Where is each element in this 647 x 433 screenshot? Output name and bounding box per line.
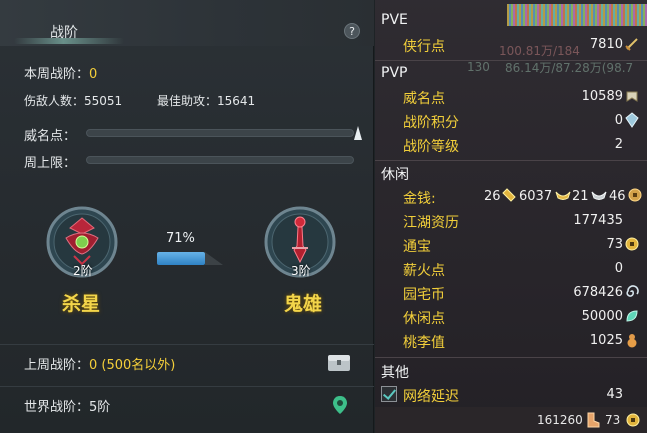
current-tier-level: 2阶	[73, 264, 93, 278]
panel-header: 战阶 ?	[0, 0, 374, 46]
leisure-item-tongbao: 通宝	[403, 239, 431, 255]
money-label: 金钱:	[403, 191, 436, 207]
progress-arrow	[157, 252, 205, 265]
leisure-value-jianghu: 177435	[573, 213, 623, 228]
silver-ingot-icon	[555, 191, 571, 200]
next-tier-name: 鬼雄	[284, 293, 323, 315]
title-decoration	[14, 38, 124, 44]
bg-level: 130	[467, 60, 490, 74]
week-limit-label: 周上限：	[24, 156, 77, 171]
swirl-icon	[626, 285, 639, 297]
leisure-value-yuanzhai: 678426	[573, 285, 623, 300]
progress-arrow-tip	[205, 252, 223, 265]
latency-value: 43	[606, 387, 623, 402]
last-week-value: 0 (500名以外)	[89, 358, 176, 373]
last-week-row: 上周战阶：0 (500名以外)	[0, 344, 374, 379]
bg-text-mp: 86.14万/87.28万(98.7	[505, 61, 634, 75]
pve-item-xiaxing: 侠行点	[403, 39, 445, 55]
leisure-value-xinhuo: 0	[614, 261, 623, 276]
pvp-value-rank-points: 0	[614, 113, 623, 128]
week-rank-label: 本周战阶：0	[24, 67, 98, 82]
bg-text-hp: 100.81万/184	[499, 44, 580, 58]
pve-header: PVE	[381, 12, 408, 28]
leisure-value-xiuxian: 50000	[581, 309, 623, 324]
separator	[375, 60, 647, 61]
world-rank-label: 世界战阶：5阶	[24, 400, 111, 415]
gourd-icon	[627, 334, 637, 348]
next-tier-level: 3阶	[291, 264, 311, 278]
footer-value-2: 73	[605, 413, 621, 427]
location-icon[interactable]	[332, 395, 348, 415]
latency-label: 网络延迟	[403, 389, 459, 405]
fame-bar	[86, 129, 354, 137]
leaf-icon	[626, 310, 638, 322]
leisure-item-jianghu: 江湖资历	[403, 215, 459, 231]
gold-ingot-icon	[502, 188, 516, 202]
pvp-item-rank-points: 战阶积分	[403, 115, 459, 131]
fame-marker-icon	[354, 126, 362, 140]
leisure-value-taoli: 1025	[589, 333, 623, 348]
leisure-item-yuanzhai: 园宅币	[403, 287, 445, 303]
rank-panel: 战阶 ? 本周战阶：0 伤敌人数：55051 最佳助攻：15641 威名点： 周…	[0, 0, 374, 433]
help-button[interactable]: ?	[344, 23, 360, 39]
best-assist: 最佳助攻：15641	[157, 94, 256, 108]
leisure-value-tongbao: 73	[606, 237, 623, 252]
crystal-icon	[625, 112, 639, 128]
pvp-header: PVP	[381, 65, 408, 81]
chest-icon[interactable]	[327, 354, 351, 372]
currency-panel: 100.81万/184 86.14万/87.28万(98.7 130 PVE 侠…	[375, 0, 647, 433]
copper-ingot-icon	[591, 191, 607, 200]
leisure-item-taoli: 桃李值	[403, 335, 445, 351]
boot-icon	[587, 412, 600, 428]
footer-coin-icon	[626, 413, 640, 427]
fame-label: 威名点：	[24, 129, 77, 144]
money-silver-value: 6037	[519, 189, 553, 204]
leisure-item-xiuxian: 休闲点	[403, 311, 445, 327]
world-rank-row: 世界战阶：5阶	[0, 386, 374, 421]
week-rank-value: 0	[89, 67, 98, 82]
coin-icon	[625, 237, 639, 251]
latency-checkbox[interactable]	[381, 386, 397, 402]
copper-coin-icon	[628, 188, 642, 202]
leisure-header: 休闲	[381, 167, 409, 183]
bottom-status-bar: 161260 73	[375, 407, 647, 433]
footer-value-1: 161260	[537, 413, 583, 427]
pvp-value-fame: 10589	[581, 89, 623, 104]
money-gold-value: 26	[484, 189, 501, 204]
sword-icon	[625, 38, 638, 51]
week-limit-bar	[86, 156, 354, 164]
separator	[375, 357, 647, 358]
pvp-item-rank-level: 战阶等级	[403, 139, 459, 155]
separator	[375, 160, 647, 161]
money-bronze-value: 21	[572, 189, 589, 204]
pvp-item-fame: 威名点	[403, 91, 445, 107]
current-tier-name: 杀星	[62, 293, 101, 315]
other-header: 其他	[381, 365, 409, 381]
progress-percent: 71%	[166, 231, 195, 246]
fame-icon	[626, 91, 638, 102]
pve-value-xiaxing: 7810	[589, 37, 623, 52]
leisure-item-xinhuo: 薪火点	[403, 263, 445, 279]
money-copper-value: 46	[609, 189, 626, 204]
pvp-value-rank-level: 2	[614, 137, 623, 152]
background-decoration	[507, 4, 647, 26]
last-week-label: 上周战阶：0 (500名以外)	[24, 358, 176, 373]
damage-people: 伤敌人数：55051	[24, 94, 123, 108]
